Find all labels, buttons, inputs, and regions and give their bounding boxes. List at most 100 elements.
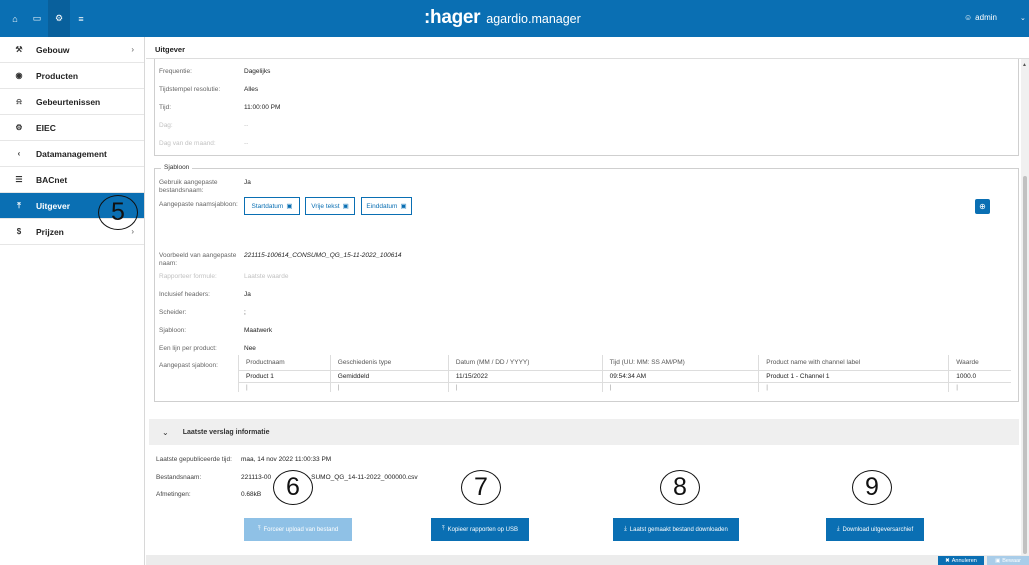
button-label: Bewaar [1002, 557, 1021, 564]
custom-filename-row: Gebruik aangepaste bestandsnaam: Ja [159, 179, 251, 195]
scroll-up-icon[interactable]: ▲ [1022, 62, 1027, 68]
sidebar-item-label: Gebouw [36, 44, 70, 55]
table-cell: Product 1 - Channel 1 [758, 370, 949, 383]
day-row: Dag: -- [159, 122, 248, 130]
example-name-row: Voorbeeld van aangepaste naam: 221115-10… [159, 252, 402, 268]
laptop-icon[interactable]: ▭ [26, 0, 48, 37]
separator-cell: | [329, 382, 449, 392]
sidebar-item-bacnet[interactable]: ☰ BACnet [0, 167, 144, 193]
scrollbar-thumb[interactable] [1023, 176, 1027, 554]
download-last-button[interactable]: ⤓ Laatst gemaakt bestand downloaden [613, 518, 739, 541]
upload-icon: ⤒ [17, 200, 21, 210]
tag-startdatum[interactable]: Startdatum ▣ [244, 197, 300, 215]
table-cell: 11/15/2022 [447, 370, 603, 383]
column-header: Datum (MM / DD / YYYY) [447, 355, 603, 371]
size-label: Afmetingen: [156, 491, 191, 498]
time-row: Tijd: 11:00:00 PM [159, 104, 280, 112]
published-label: Laatste gepubliceerde tijd: [156, 456, 232, 463]
last-report-accordion[interactable]: ⌄ Laatste verslag informatie [149, 419, 1019, 445]
save-button[interactable]: ▣ Bewaar [987, 556, 1029, 565]
sidebar-item-uitgever[interactable]: ⤒ Uitgever 5 [0, 193, 144, 230]
separator-cell: | [948, 382, 1011, 392]
per-product-row: Een lijn per product: Nee [159, 345, 256, 353]
name-template-row: Aangepaste naamsjabloon: [159, 201, 244, 209]
button-label: Annuleren [951, 557, 977, 564]
sidebar-item-label: Datamanagement [36, 148, 107, 159]
button-label: Laatst gemaakt bestand downloaden [629, 526, 728, 533]
sidebar-item-prijzen[interactable]: $ Prijzen › [0, 219, 144, 245]
scrollbar[interactable]: ▲ [1021, 59, 1029, 555]
button-label: Kopieer rapporten op USB [447, 526, 519, 533]
tag-label: Einddatum [366, 202, 398, 210]
day-label: Dag: [159, 122, 173, 129]
separator-cell: | [238, 382, 331, 392]
published-row: Laatste gepubliceerde tijd: maa, 14 nov … [156, 456, 331, 463]
formula-label: Rapporteer formule: [159, 273, 217, 280]
headers-value: Ja [244, 291, 251, 298]
tag-vrije-tekst[interactable]: Vrije tekst ▣ [305, 197, 355, 215]
sidebar-item-gebeurtenissen[interactable]: ⍾ Gebeurtenissen [0, 89, 144, 115]
trash-icon[interactable]: ▣ [286, 202, 292, 210]
trash-icon[interactable]: ▣ [343, 202, 349, 210]
cogs-icon[interactable]: ⚙ [48, 0, 70, 37]
example-name-value: 221115-100614_CONSUMO_QG_15-11-2022_1006… [244, 252, 402, 259]
per-product-value: Nee [244, 345, 256, 352]
column-header: Waarde [948, 355, 1011, 371]
per-product-label: Een lijn per product: [159, 345, 217, 352]
copy-usb-button[interactable]: ⤒ Kopieer rapporten op USB [431, 518, 529, 541]
top-bar: ⌂ ▭ ⚙ ≡ :hager agardio.manager ☺ admin ⌄ [0, 0, 1029, 37]
resolution-row: Tijdstempel resolutie: Alles [159, 86, 258, 94]
chevron-down-icon[interactable]: ⌄ [1020, 14, 1026, 22]
cancel-button[interactable]: ✖ Annuleren [938, 556, 984, 565]
upload-icon: ⤒ [441, 526, 445, 532]
separator-value: ; [244, 309, 246, 316]
filename-value: 221113-00 [241, 474, 272, 481]
chevron-right-icon: › [131, 227, 134, 236]
trash-icon[interactable]: ▣ [400, 202, 406, 210]
sidebar-item-eiec[interactable]: ⚙ EIEC [0, 115, 144, 141]
user-menu[interactable]: ☺ admin [964, 13, 997, 22]
download-icon: ⤓ [836, 526, 840, 532]
size-row: Afmetingen: 0.68kB [156, 491, 261, 498]
dollar-icon: $ [16, 227, 22, 236]
separator-cell: | [601, 382, 759, 392]
separator-cell: | [447, 382, 603, 392]
filename-label: Bestandsnaam: [156, 474, 202, 481]
close-icon: ✖ [945, 557, 950, 564]
sidebar-item-gebouw[interactable]: ⚒ Gebouw › [0, 37, 144, 63]
accordion-title: Laatste verslag informatie [182, 428, 270, 436]
add-tag-button[interactable]: ⊕ [975, 199, 990, 214]
share-icon: ‹ [17, 149, 21, 158]
day-of-month-row: Dag van de maand: -- [159, 140, 248, 148]
day-of-month-value: -- [244, 140, 249, 147]
sidebar-item-label: BACnet [36, 174, 68, 185]
save-icon: ▣ [995, 557, 1001, 564]
cogs-icon: ⚙ [15, 123, 23, 132]
custom-filename-value: Ja [244, 179, 251, 186]
separator-label: Scheider: [159, 309, 187, 316]
chevron-down-icon: ⌄ [162, 427, 169, 437]
tag-label: Startdatum [251, 202, 284, 210]
bell-icon: ⍾ [16, 96, 22, 106]
resolution-label: Tijdstempel resolutie: [159, 86, 221, 93]
resolution-value: Alles [244, 86, 259, 93]
day-of-month-label: Dag van de maand: [159, 140, 216, 147]
download-archive-button[interactable]: ⤓ Download uitgeversarchief [826, 518, 924, 541]
sidebar-item-datamanagement[interactable]: ‹ Datamanagement [0, 141, 144, 167]
sjabloon-label: Sjabloon: [159, 327, 187, 334]
sidebar-item-label: Gebeurtenissen [36, 96, 101, 107]
force-upload-button[interactable]: ⤒ Forceer upload van bestand [244, 518, 352, 541]
frequency-value: Dagelijks [244, 68, 271, 75]
sidebar-item-label: Prijzen [36, 226, 64, 237]
template-panel: Sjabloon Gebruik aangepaste bestandsnaam… [154, 164, 1019, 402]
disc-icon: ◉ [15, 71, 23, 80]
formula-row: Rapporteer formule: Laatste waarde [159, 273, 288, 281]
tag-einddatum[interactable]: Einddatum ▣ [361, 197, 412, 215]
home-icon[interactable]: ⌂ [4, 0, 26, 37]
sliders-icon[interactable]: ≡ [70, 0, 92, 37]
column-header: Geschiedenis type [329, 355, 449, 371]
schedule-panel: Frequentie: Dagelijks Tijdstempel resolu… [154, 59, 1019, 156]
time-label: Tijd: [159, 104, 172, 111]
sidebar-item-producten[interactable]: ◉ Producten [0, 63, 144, 89]
download-icon: ⤓ [624, 526, 627, 532]
